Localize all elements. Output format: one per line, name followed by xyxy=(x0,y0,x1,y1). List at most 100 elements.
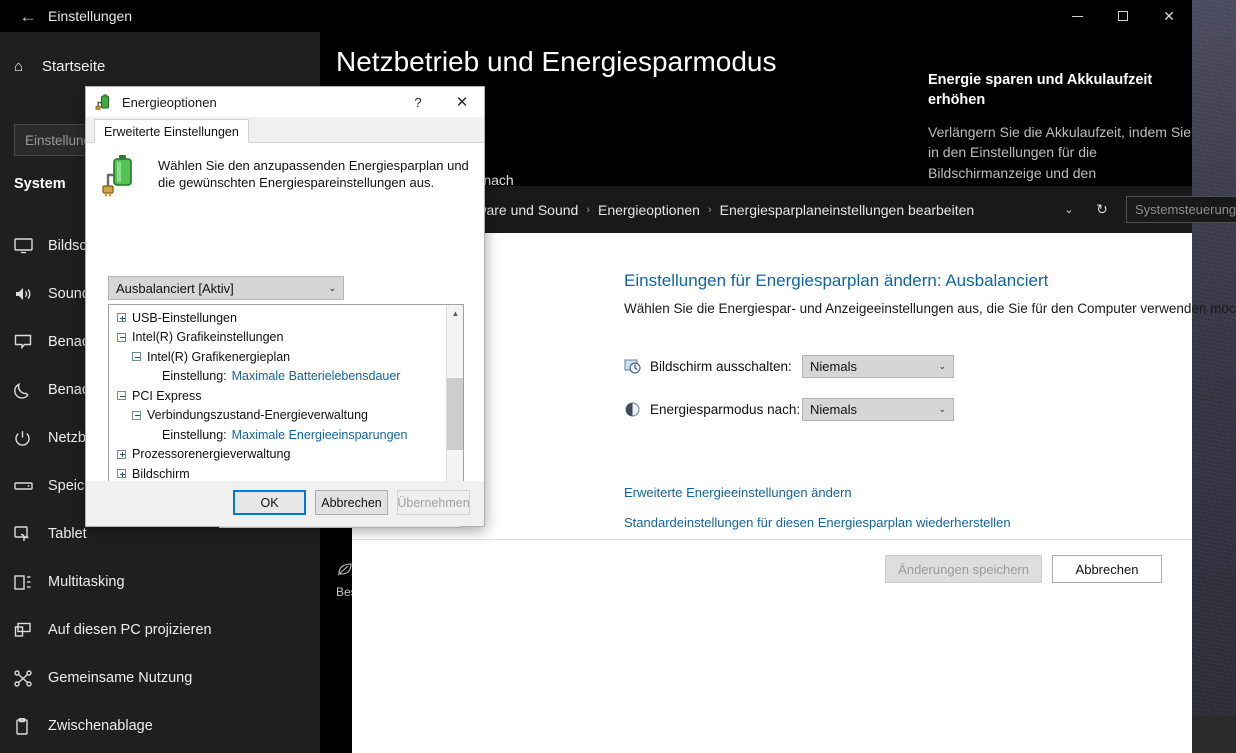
setting-row-sleep-after: Energiesparmodus nach: Niemals ⌄ xyxy=(624,398,954,421)
tree-item-label: Intel(R) Grafikeinstellungen xyxy=(132,330,284,345)
info-panel-title: Energie sparen und Akkulaufzeit erhöhen xyxy=(928,72,1153,108)
expand-plus-icon[interactable] xyxy=(117,313,126,323)
dialog-content: Wählen Sie den anzupassenden Energiespar… xyxy=(86,143,484,528)
close-icon[interactable]: ✕ xyxy=(1146,0,1192,32)
dialog-cancel-button[interactable]: Abbrechen xyxy=(315,490,388,515)
chevron-down-icon: ⌄ xyxy=(938,361,946,371)
advanced-settings-tree[interactable]: USB-Einstellungen Intel(R) Grafikeinstel… xyxy=(108,304,464,493)
tree-item-pci-express[interactable]: PCI Express xyxy=(109,386,439,406)
tree-item-label: Einstellung: xyxy=(162,369,227,384)
sidebar-section-title: System xyxy=(14,176,66,192)
tab-advanced-settings[interactable]: Erweiterte Einstellungen xyxy=(94,119,249,144)
breadcrumb: Hardware und Sound › Energieoptionen › E… xyxy=(446,186,974,233)
collapse-minus-icon[interactable] xyxy=(117,332,126,342)
power-plan-select[interactable]: Ausbalanciert [Aktiv] ⌄ xyxy=(108,276,344,300)
control-panel-search-input[interactable]: Systemsteuerung durchsuchen xyxy=(1126,196,1236,223)
display-clock-icon xyxy=(624,358,650,375)
control-panel-description: Wählen Sie die Energiespar- und Anzeigee… xyxy=(624,301,1236,316)
sidebar-item-clipboard[interactable]: Zwischenablage xyxy=(0,702,320,750)
info-panel-body: Verlängern Sie die Akkulaufzeit, indem S… xyxy=(928,124,1192,181)
chevron-down-icon: ⌄ xyxy=(328,282,336,293)
expand-plus-icon[interactable] xyxy=(117,449,126,459)
control-panel-footer: Änderungen speichern Abbrechen xyxy=(885,555,1162,583)
breadcrumb-item-edit-plan[interactable]: Energiesparplaneinstellungen bearbeiten xyxy=(720,202,975,218)
sidebar-item-label: Sound xyxy=(48,286,90,302)
tree-item-label: Bildschirm xyxy=(132,466,190,481)
tree-item-value[interactable]: Maximale Batterielebensdauer xyxy=(232,369,401,383)
chevron-down-icon: ⌄ xyxy=(938,404,946,414)
close-icon[interactable]: ✕ xyxy=(440,87,484,117)
collapse-minus-icon[interactable] xyxy=(132,410,141,420)
tree-item-label: Einstellung: xyxy=(162,427,227,442)
dialog-title-buttons: ? ✕ xyxy=(396,87,484,117)
dialog-footer-buttons: OK Abbrechen Übernehmen xyxy=(233,490,470,515)
clipboard-icon xyxy=(14,715,44,737)
settings-titlebar: ← Einstellungen ✕ xyxy=(0,0,1192,32)
sidebar-item-label: Gemeinsame Nutzung xyxy=(48,670,193,686)
tree-item-setting-graphics[interactable]: Einstellung: Maximale Batterielebensdaue… xyxy=(109,367,439,387)
display-off-select[interactable]: Niemals ⌄ xyxy=(802,355,954,378)
tree-item-label: USB-Einstellungen xyxy=(132,310,237,325)
power-icon xyxy=(14,427,44,449)
sidebar-item-project[interactable]: Auf diesen PC projizieren xyxy=(0,606,320,654)
desktop-wallpaper xyxy=(1190,0,1236,753)
sidebar-item-shared-experiences[interactable]: Gemeinsame Nutzung xyxy=(0,654,320,702)
chevron-up-icon[interactable]: ▲ xyxy=(447,305,463,322)
storage-icon xyxy=(14,475,44,497)
tree-item-value[interactable]: Maximale Energieeinsparungen xyxy=(232,428,408,442)
multitasking-icon xyxy=(14,571,44,593)
project-icon xyxy=(14,619,44,641)
link-advanced-power-settings[interactable]: Erweiterte Energieeinstellungen ändern xyxy=(624,485,852,500)
setting-label: Energiesparmodus nach: xyxy=(650,402,801,417)
home-icon: ⌂ xyxy=(14,57,24,75)
tree-item-processor-power[interactable]: Prozessorenergieverwaltung xyxy=(109,445,439,465)
dialog-banner: Wählen Sie den anzupassenden Energiespar… xyxy=(100,151,470,199)
sidebar-item-label: Multitasking xyxy=(48,574,125,590)
chevron-down-icon[interactable]: ⌄ xyxy=(1052,186,1086,233)
expand-plus-icon[interactable] xyxy=(117,469,126,479)
tree-item-label: PCI Express xyxy=(132,388,202,403)
tree-item-intel-graphics[interactable]: Intel(R) Grafikeinstellungen xyxy=(109,328,439,348)
tree-item-label: Prozessorenergieverwaltung xyxy=(132,447,291,462)
sleep-after-select[interactable]: Niemals ⌄ xyxy=(802,398,954,421)
cancel-button[interactable]: Abbrechen xyxy=(1052,555,1162,583)
collapse-minus-icon[interactable] xyxy=(132,352,141,362)
share-icon xyxy=(14,667,44,689)
power-plan-value: Ausbalanciert [Aktiv] xyxy=(116,280,234,296)
display-off-value: Niemals xyxy=(810,359,857,374)
speaker-icon xyxy=(14,283,44,305)
tree-item-link-state-power[interactable]: Verbindungszustand-Energieverwaltung xyxy=(109,406,439,426)
sidebar-item-home[interactable]: ⌂ Startseite xyxy=(0,46,320,86)
screen-root: ← Einstellungen ✕ ⌂ Startseite Einstellu… xyxy=(0,0,1236,753)
refresh-icon[interactable]: ↻ xyxy=(1086,186,1118,233)
setting-row-display-off: Bildschirm ausschalten: Niemals ⌄ xyxy=(624,355,954,378)
save-changes-button[interactable]: Änderungen speichern xyxy=(885,555,1042,583)
ok-button[interactable]: OK xyxy=(233,490,306,515)
dialog-title: Energieoptionen xyxy=(122,94,217,110)
setting-label: Bildschirm ausschalten: xyxy=(650,359,792,374)
sleep-moon-icon xyxy=(624,401,650,418)
tree-scrollbar[interactable]: ▲ ▼ xyxy=(446,305,463,492)
apply-button[interactable]: Übernehmen xyxy=(397,490,470,515)
sidebar-item-multitasking[interactable]: Multitasking xyxy=(0,558,320,606)
sidebar-item-label: Tablet xyxy=(48,526,87,542)
link-restore-plan-defaults[interactable]: Standardeinstellungen für diesen Energie… xyxy=(624,515,1011,530)
sidebar-item-label: Auf diesen PC projizieren xyxy=(48,622,212,638)
help-icon[interactable]: ? xyxy=(396,87,440,117)
settings-info-panel: Energie sparen und Akkulaufzeit erhöhen … xyxy=(928,70,1192,183)
breadcrumb-separator: › xyxy=(586,203,590,216)
power-options-dialog: Energieoptionen ? ✕ Erweiterte Einstellu… xyxy=(85,86,485,528)
scrollbar-thumb[interactable] xyxy=(447,378,463,450)
settings-app-title: Einstellungen xyxy=(48,8,133,24)
tree-item-setting-pci[interactable]: Einstellung: Maximale Energieeinsparunge… xyxy=(109,425,439,445)
control-panel-heading: Einstellungen für Energiesparplan ändern… xyxy=(624,271,1049,290)
tree-item-intel-graphics-plan[interactable]: Intel(R) Grafikenergieplan xyxy=(109,347,439,367)
maximize-icon[interactable] xyxy=(1100,0,1146,32)
minimize-icon[interactable] xyxy=(1054,0,1100,32)
breadcrumb-item-power-options[interactable]: Energieoptionen xyxy=(598,202,700,218)
footer-divider xyxy=(352,539,1192,540)
collapse-minus-icon[interactable] xyxy=(117,391,126,401)
breadcrumb-separator: › xyxy=(707,203,712,216)
tree-item-usb[interactable]: USB-Einstellungen xyxy=(109,308,439,328)
back-arrow-icon[interactable]: ← xyxy=(8,0,48,32)
